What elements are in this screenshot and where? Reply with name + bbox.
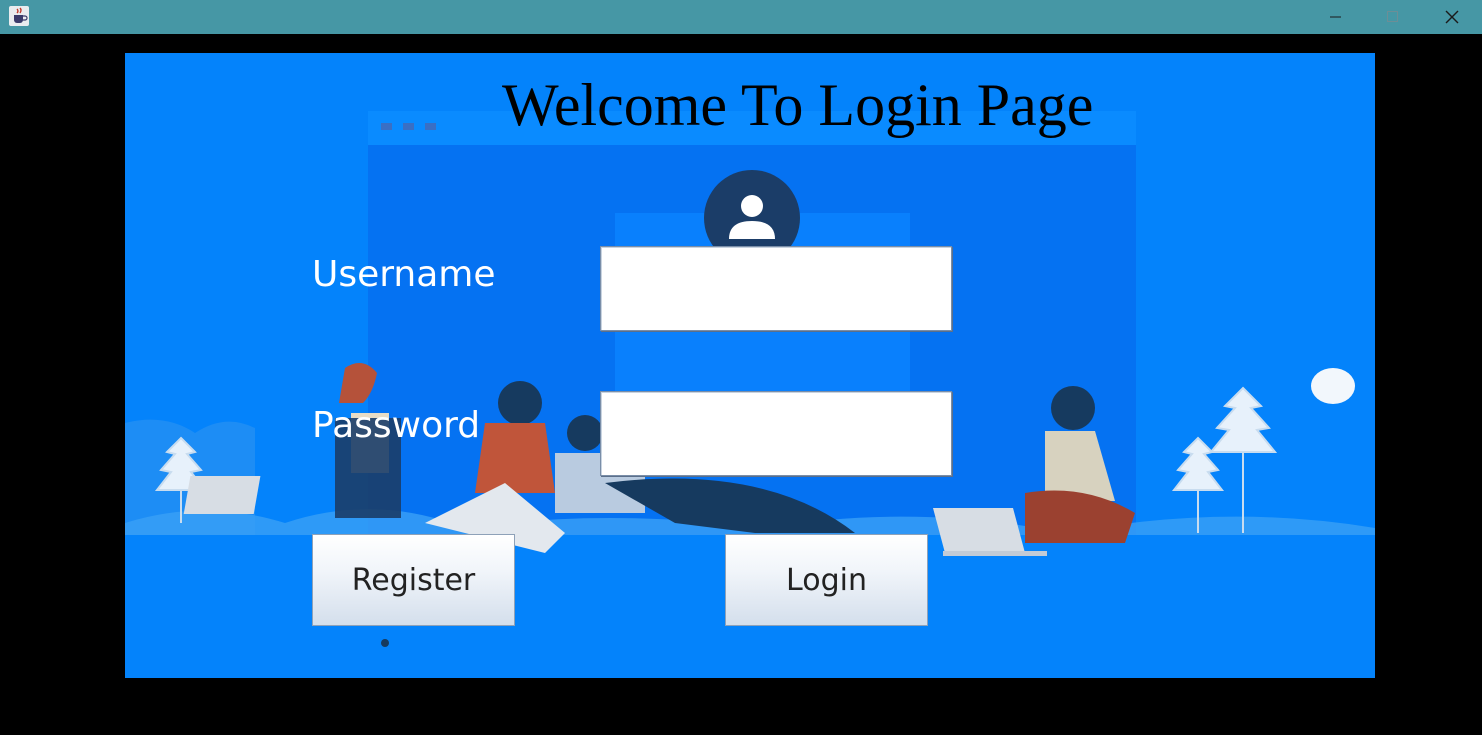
login-panel: Welcome To Login Page Username Password … [125, 53, 1375, 678]
username-label: Username [312, 254, 496, 295]
login-button[interactable]: Login [725, 534, 928, 626]
title-bar[interactable] [0, 0, 1482, 34]
app-window: Welcome To Login Page Username Password … [0, 0, 1482, 735]
login-button-label: Login [786, 562, 867, 598]
page-title: Welcome To Login Page [502, 72, 1094, 138]
username-input[interactable] [600, 246, 952, 331]
minimize-icon [1330, 16, 1341, 18]
maximize-icon [1387, 11, 1398, 22]
maximize-button[interactable] [1364, 0, 1422, 34]
close-button[interactable] [1423, 0, 1481, 34]
register-button-label: Register [351, 562, 476, 598]
minimize-button[interactable] [1307, 0, 1365, 34]
password-input[interactable] [600, 391, 952, 476]
password-label: Password [312, 405, 481, 446]
register-button[interactable]: Register [312, 534, 515, 626]
java-coffee-cup-icon[interactable] [9, 6, 29, 26]
close-icon [1445, 10, 1459, 24]
